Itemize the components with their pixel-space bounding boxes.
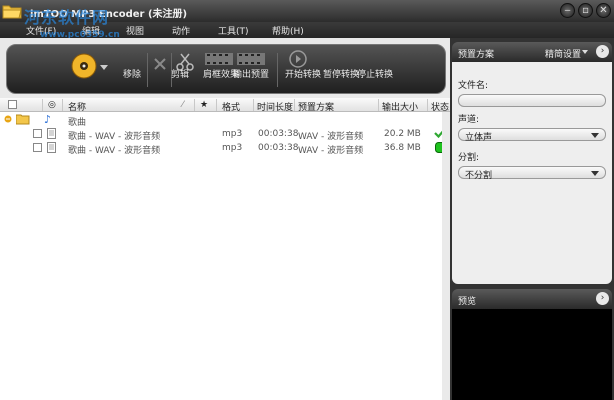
row-name: 歌曲 - WAV - 波形音频	[68, 146, 161, 156]
minimize-button[interactable]: ‒	[560, 3, 575, 18]
header-name[interactable]: 名称	[68, 100, 86, 113]
group-row[interactable]: ♪ 歌曲	[0, 113, 450, 128]
table-row[interactable]: 歌曲 - WAV - 波形音频 mp3 00:03:38 WAV - 波形音频 …	[0, 141, 450, 156]
app-folder-icon	[2, 2, 22, 20]
file-icon	[47, 142, 56, 156]
header-preset[interactable]: 预置方案	[298, 100, 334, 113]
header-size[interactable]: 输出大小	[382, 100, 418, 113]
music-note-icon: ♪	[44, 113, 52, 126]
header-separator	[216, 99, 217, 111]
preview-area	[452, 309, 612, 400]
table-header: ◎ 名称 ⁄ ★ 格式 时间长度 预置方案 输出大小 状态	[0, 98, 450, 113]
header-separator	[62, 99, 63, 111]
file-list-pane: 移除 剪辑 肩框效果 输出预置 开始转换 暂停转换 停止转换 ◎ 名称 ⁄ ★ …	[0, 38, 450, 400]
stop-convert-button[interactable]: 停止转换	[357, 67, 393, 80]
settings-dropdown-arrow-icon[interactable]	[582, 50, 588, 54]
filename-label: 文件名:	[458, 81, 489, 91]
start-convert-button[interactable]: 开始转换	[285, 67, 321, 80]
window-title: imTOO MP3 Encoder (未注册)	[30, 9, 188, 20]
header-disc-icon: ◎	[48, 100, 56, 110]
preset-panel-header: 预置方案 精简设置 ›	[452, 42, 612, 62]
preview-panel-header: 预览 ›	[452, 289, 612, 309]
channel-label: 声道:	[458, 115, 480, 125]
row-size: 36.8 MB	[384, 143, 421, 153]
chevron-down-icon	[591, 171, 599, 176]
file-table: ◎ 名称 ⁄ ★ 格式 时间长度 预置方案 输出大小 状态 ♪ 歌曲 歌曲 - …	[0, 98, 450, 400]
film-preset-icon	[237, 53, 265, 65]
table-row[interactable]: 歌曲 - WAV - 波形音频 mp3 00:03:38 WAV - 波形音频 …	[0, 127, 450, 142]
remove-button[interactable]: 移除	[123, 67, 141, 80]
split-select[interactable]: 不分割	[458, 166, 606, 181]
channel-value: 立体声	[465, 133, 493, 143]
header-separator	[294, 99, 295, 111]
select-all-checkbox[interactable]	[8, 100, 17, 109]
chevron-down-icon	[591, 133, 599, 138]
toolbar-separator	[277, 53, 278, 87]
preview-title: 预览	[458, 297, 477, 307]
export-preset-button[interactable]: 输出预置	[233, 67, 269, 80]
header-duration[interactable]: 时间长度	[257, 100, 293, 113]
row-size: 20.2 MB	[384, 129, 421, 139]
file-icon	[47, 128, 56, 142]
filename-input[interactable]	[458, 94, 606, 107]
menu-help[interactable]: 帮助(H)	[272, 24, 304, 37]
split-label: 分割:	[458, 153, 480, 163]
row-format: mp3	[222, 143, 243, 153]
preview-expand-icon[interactable]: ›	[596, 292, 609, 305]
row-duration: 00:03:38	[258, 129, 299, 139]
header-separator	[42, 99, 43, 111]
row-preset: WAV - 波形音频	[298, 146, 364, 156]
sort-arrow-icon: ⁄	[182, 100, 184, 110]
split-value: 不分割	[465, 171, 493, 181]
collapse-icon[interactable]	[4, 115, 12, 126]
cd-add-icon	[71, 53, 97, 79]
header-separator	[194, 99, 195, 111]
folder-icon	[15, 114, 30, 128]
menu-view[interactable]: 视图	[126, 24, 144, 37]
pause-convert-button[interactable]: 暂停转换	[323, 67, 359, 80]
row-checkbox[interactable]	[33, 129, 42, 138]
film-effects-icon	[205, 53, 233, 65]
row-duration: 00:03:38	[258, 143, 299, 153]
maximize-button[interactable]: ▫	[578, 3, 593, 18]
cut-button[interactable]: 剪辑	[171, 67, 189, 80]
header-separator	[253, 99, 254, 111]
close-button[interactable]: ✕	[596, 3, 611, 18]
add-dropdown-icon[interactable]	[100, 65, 108, 71]
side-panel: 预置方案 精简设置 › 文件名: 声道: 立体声 分割: 不分割 预览 ›	[450, 38, 614, 400]
menu-edit[interactable]: 编辑	[82, 24, 100, 37]
add-file-button[interactable]	[71, 53, 97, 79]
menu-action[interactable]: 动作	[172, 24, 190, 37]
menu-bar: 文件(F) 编辑 视图 动作 工具(T) 帮助(H)	[0, 22, 614, 38]
header-format[interactable]: 格式	[222, 100, 240, 113]
disabled-x-icon	[153, 57, 167, 71]
header-star[interactable]: ★	[200, 100, 208, 110]
vertical-scrollbar[interactable]	[442, 112, 450, 400]
toolbar-separator	[147, 53, 148, 87]
preset-panel-title: 预置方案	[458, 50, 495, 60]
convert-start-icon	[289, 50, 307, 68]
settings-dropdown[interactable]: 精简设置	[545, 47, 581, 60]
expand-arrow-icon[interactable]: ›	[596, 45, 609, 58]
title-bar: imTOO MP3 Encoder (未注册) ‒ ▫ ✕	[0, 0, 614, 22]
row-checkbox[interactable]	[33, 143, 42, 152]
row-format: mp3	[222, 129, 243, 139]
menu-file[interactable]: 文件(F)	[26, 24, 56, 37]
main-toolbar: 移除 剪辑 肩框效果 输出预置 开始转换 暂停转换 停止转换	[6, 44, 446, 94]
preset-panel: 文件名: 声道: 立体声 分割: 不分割	[452, 62, 612, 284]
header-separator	[378, 99, 379, 111]
header-separator	[427, 99, 428, 111]
channel-select[interactable]: 立体声	[458, 128, 606, 143]
menu-tools[interactable]: 工具(T)	[218, 24, 249, 37]
